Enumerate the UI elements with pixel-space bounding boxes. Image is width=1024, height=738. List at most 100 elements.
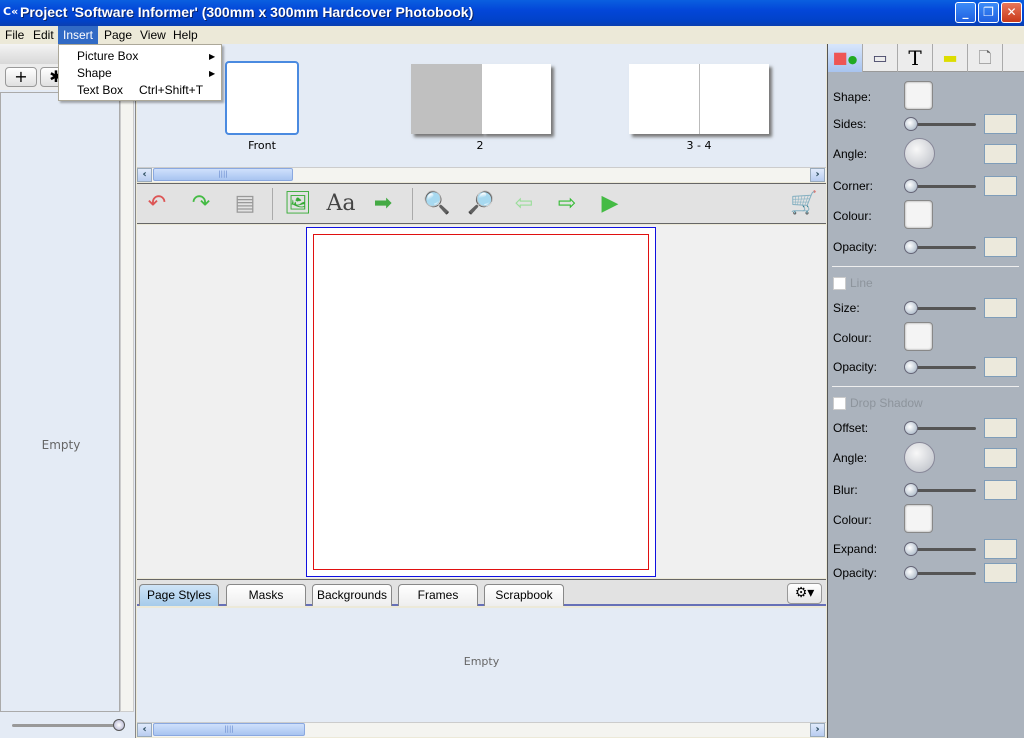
save-page-icon[interactable]: ▤ [229, 188, 261, 220]
line-size-slider[interactable] [908, 307, 976, 310]
next-page-icon[interactable]: ⇨ [551, 188, 583, 220]
thumbnail-3-4[interactable] [629, 64, 769, 134]
opacity-slider[interactable] [908, 246, 976, 249]
corner-slider[interactable] [908, 185, 976, 188]
shadow-blur-slider-handle[interactable] [904, 483, 918, 497]
scrollbar-thumb[interactable]: |||| [153, 168, 293, 181]
shadow-offset-value-field[interactable] [984, 418, 1017, 438]
opacity-slider-handle[interactable] [904, 240, 918, 254]
text-icon[interactable]: T [898, 44, 933, 72]
shadow-expand-slider-handle[interactable] [904, 542, 918, 556]
menu-item-shape[interactable]: Shape ▶ [59, 65, 221, 82]
line-checkbox[interactable] [833, 277, 846, 290]
add-text-icon[interactable]: Aa [325, 188, 357, 220]
main-toolbar: ↶ ↷ ▤ 🖼 Aa ➡ 🔍 🔎 ⇦ ⇨ ▶ 🛒 [137, 183, 826, 224]
library-settings-button[interactable]: ⚙▾ [787, 583, 822, 604]
menu-view[interactable]: View [135, 26, 171, 44]
angle-dial[interactable] [904, 138, 935, 169]
export-page-icon[interactable]: ➡ [367, 188, 399, 220]
minimize-button[interactable]: _ [955, 2, 976, 23]
pictures-list[interactable]: Empty [0, 92, 120, 712]
opacity-value-field[interactable] [984, 237, 1017, 257]
undo-icon[interactable]: ↶ [141, 188, 173, 220]
zoom-in-icon[interactable]: 🔎 [465, 188, 497, 220]
menu-insert[interactable]: Insert [58, 26, 99, 44]
page-icon[interactable]: 🗋 [968, 44, 1003, 72]
tab-scrapbook[interactable]: Scrapbook [484, 584, 564, 606]
corner-value-field[interactable] [984, 176, 1017, 196]
shadow-expand-slider[interactable] [908, 548, 976, 551]
shadow-opacity-value-field[interactable] [984, 563, 1017, 583]
shopping-cart-icon[interactable]: 🛒 [788, 188, 820, 220]
tab-backgrounds[interactable]: Backgrounds [312, 584, 392, 606]
shape-colour-swatch[interactable] [904, 200, 933, 229]
thumbnails-horizontal-scrollbar[interactable]: ‹ |||| › [137, 167, 826, 182]
add-picture-button[interactable]: + [5, 67, 37, 87]
shape-picker[interactable] [904, 81, 933, 110]
redo-icon[interactable]: ↷ [185, 188, 217, 220]
play-icon[interactable]: ▶ [594, 188, 626, 220]
drop-shadow-checkbox[interactable] [833, 397, 846, 410]
corner-slider-handle[interactable] [904, 179, 918, 193]
toolbar-separator [412, 188, 413, 220]
title-bar: C« Project 'Software Informer' (300mm x … [0, 0, 1024, 26]
menu-item-text-box[interactable]: Text Box Ctrl+Shift+T [59, 82, 221, 99]
tab-masks[interactable]: Masks [226, 584, 306, 606]
line-opacity-value-field[interactable] [984, 357, 1017, 377]
scroll-left-arrow-icon[interactable]: ‹ [137, 168, 152, 182]
thumbnail-2[interactable] [482, 64, 551, 134]
scroll-right-arrow-icon[interactable]: › [810, 723, 825, 737]
shadow-opacity-label: Opacity: [833, 566, 878, 580]
shadow-offset-slider-handle[interactable] [904, 421, 918, 435]
frame-icon[interactable]: ▭ [863, 44, 898, 72]
menu-file[interactable]: File [0, 26, 29, 44]
thumbnail-size-slider-handle[interactable] [113, 719, 125, 731]
shape-properties-icon[interactable]: ■● [828, 44, 863, 72]
sides-value-field[interactable] [984, 114, 1017, 134]
shadow-offset-slider[interactable] [908, 427, 976, 430]
line-opacity-slider[interactable] [908, 366, 976, 369]
line-size-slider-handle[interactable] [904, 301, 918, 315]
zoom-out-icon[interactable]: 🔍 [421, 188, 453, 220]
thumbnail-label: 2 [476, 139, 484, 152]
scrollbar-thumb[interactable]: |||| [153, 723, 305, 736]
ruler-icon[interactable]: ▬ [933, 44, 968, 72]
menu-page[interactable]: Page [99, 26, 137, 44]
pictures-vertical-scrollbar[interactable] [120, 92, 134, 712]
shadow-blur-slider[interactable] [908, 489, 976, 492]
shadow-angle-value-field[interactable] [984, 448, 1017, 468]
shadow-blur-label: Blur: [833, 483, 858, 497]
restore-button[interactable]: ❐ [978, 2, 999, 23]
menu-help[interactable]: Help [168, 26, 203, 44]
shadow-colour-swatch[interactable] [904, 504, 933, 533]
page-bleed-boundary[interactable] [306, 227, 656, 577]
previous-page-icon[interactable]: ⇦ [508, 188, 540, 220]
sides-slider-handle[interactable] [904, 117, 918, 131]
shadow-angle-dial[interactable] [904, 442, 935, 473]
sides-slider[interactable] [908, 123, 976, 126]
thumbnail-front[interactable] [225, 61, 299, 135]
menu-edit[interactable]: Edit [28, 26, 59, 44]
add-picture-icon[interactable]: 🖼 [282, 188, 314, 220]
shadow-opacity-slider[interactable] [908, 572, 976, 575]
thumbnail-2-left-page[interactable] [411, 64, 482, 134]
line-opacity-slider-handle[interactable] [904, 360, 918, 374]
shadow-expand-value-field[interactable] [984, 539, 1017, 559]
menu-item-picture-box[interactable]: Picture Box ▶ [59, 48, 221, 65]
tab-page-styles[interactable]: Page Styles [139, 584, 219, 606]
menu-item-label: Picture Box [77, 49, 139, 63]
shadow-opacity-slider-handle[interactable] [904, 566, 918, 580]
angle-value-field[interactable] [984, 144, 1017, 164]
scroll-right-arrow-icon[interactable]: › [810, 168, 825, 182]
scroll-left-arrow-icon[interactable]: ‹ [137, 723, 152, 737]
tab-frames[interactable]: Frames [398, 584, 478, 606]
thumbnail-label: Front [248, 139, 276, 152]
thumbnail-size-slider[interactable] [12, 724, 122, 727]
line-size-value-field[interactable] [984, 298, 1017, 318]
line-colour-swatch[interactable] [904, 322, 933, 351]
page-safe-area[interactable] [313, 234, 649, 570]
shadow-expand-label: Expand: [833, 542, 878, 556]
shadow-blur-value-field[interactable] [984, 480, 1017, 500]
library-horizontal-scrollbar[interactable]: ‹ |||| › [137, 722, 826, 737]
close-button[interactable]: ✕ [1001, 2, 1022, 23]
